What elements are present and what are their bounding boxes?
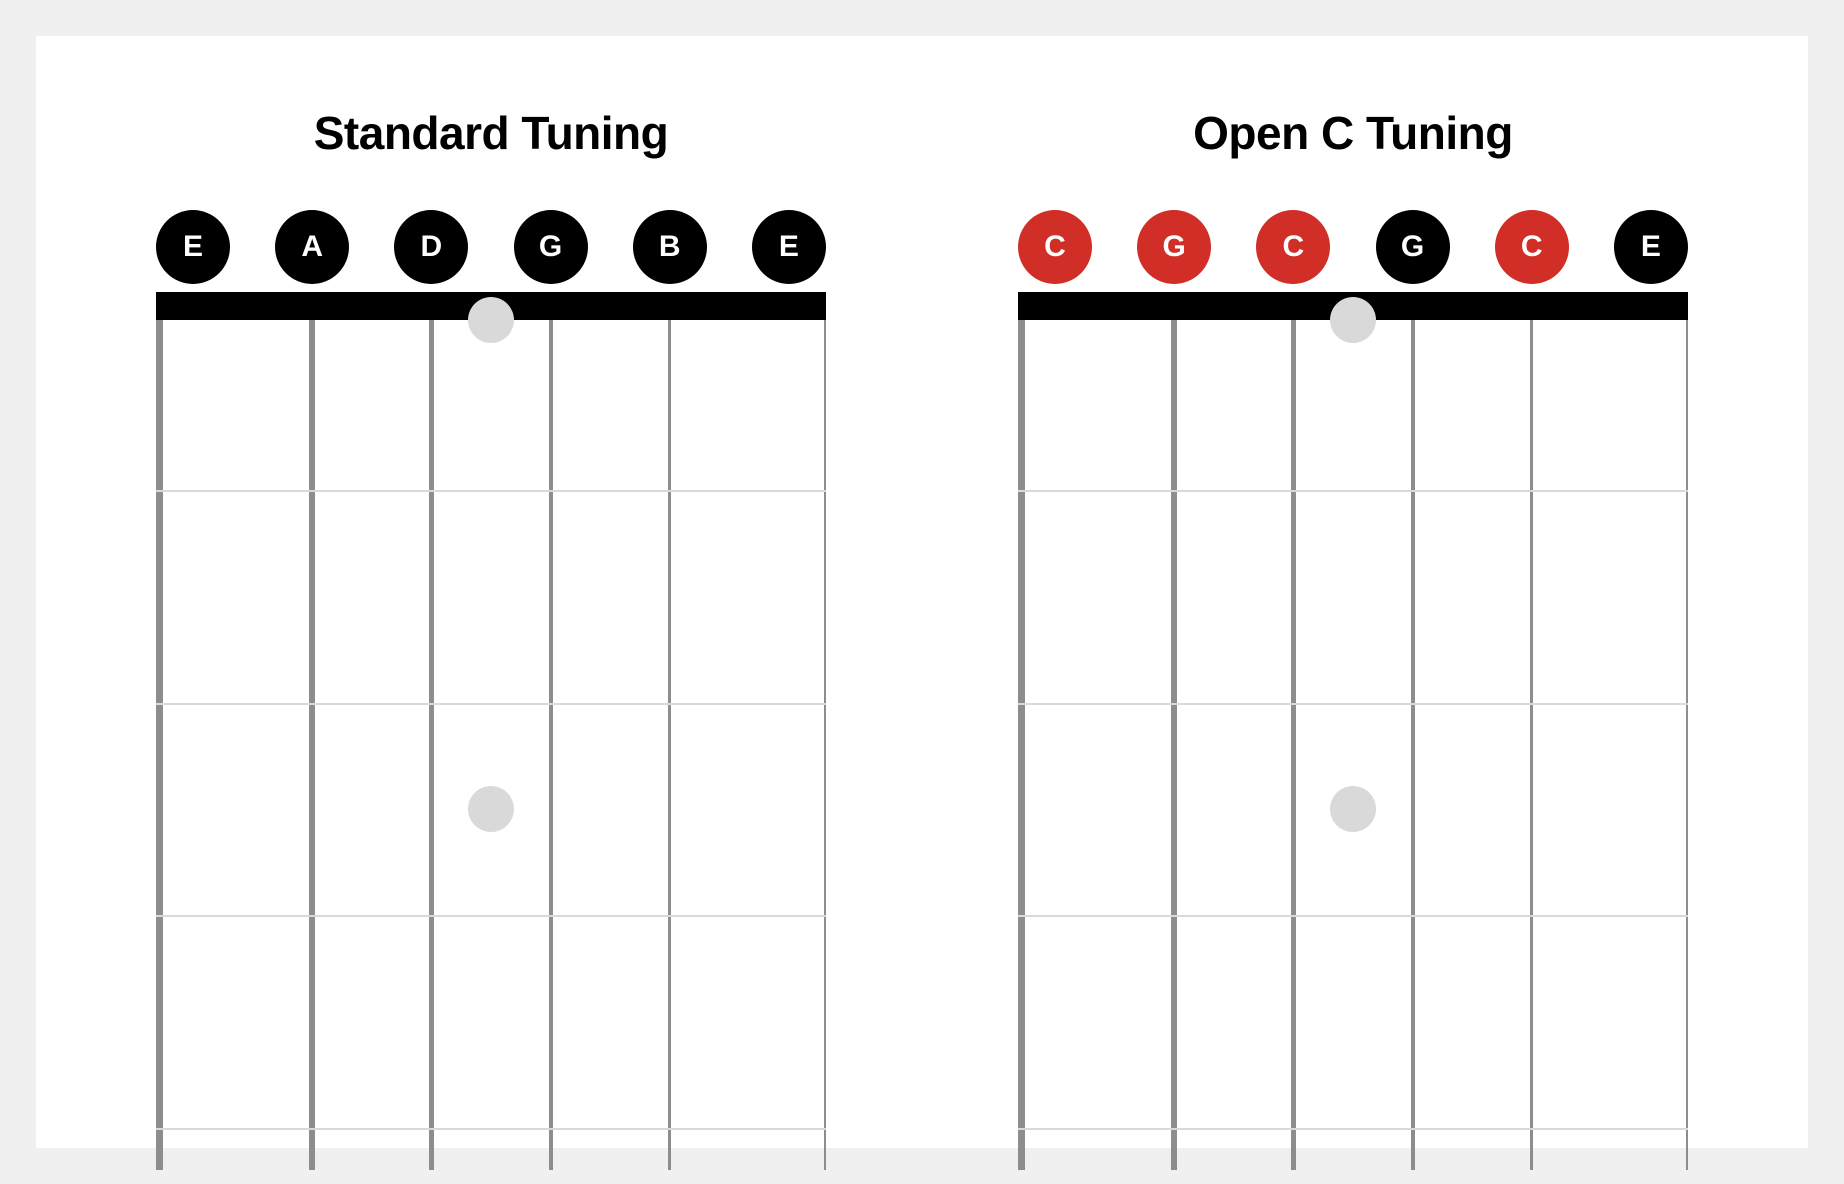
fret (1018, 703, 1688, 705)
string (1291, 320, 1296, 1170)
string (1018, 320, 1025, 1170)
string (309, 320, 315, 1170)
string (1530, 320, 1533, 1170)
fretboard-standard (156, 292, 826, 1170)
fret-marker (468, 297, 514, 343)
board (1018, 320, 1688, 1170)
string (549, 320, 553, 1170)
note: C (1256, 210, 1330, 284)
fret-marker (468, 786, 514, 832)
notes-row-openc: C G C G C E (1018, 210, 1688, 284)
note: E (156, 210, 230, 284)
card: Standard Tuning E A D G B E Open C Tunin… (36, 36, 1808, 1148)
fret (156, 1128, 826, 1130)
note: D (394, 210, 468, 284)
fret (1018, 915, 1688, 917)
diagram-openc: Open C Tuning C G C G C E (1018, 106, 1688, 1148)
note: E (1614, 210, 1688, 284)
string (824, 320, 826, 1170)
note: C (1495, 210, 1569, 284)
fret (156, 490, 826, 492)
note: B (633, 210, 707, 284)
title-openc: Open C Tuning (1193, 106, 1513, 160)
fret (1018, 1128, 1688, 1130)
fret (1018, 490, 1688, 492)
fretboard-openc (1018, 292, 1688, 1170)
string (429, 320, 434, 1170)
board (156, 320, 826, 1170)
note: C (1018, 210, 1092, 284)
string (1686, 320, 1688, 1170)
notes-row-standard: E A D G B E (156, 210, 826, 284)
diagram-standard: Standard Tuning E A D G B E (156, 106, 826, 1148)
title-standard: Standard Tuning (314, 106, 669, 160)
fret (156, 703, 826, 705)
fret (156, 915, 826, 917)
fret-marker (1330, 297, 1376, 343)
string (156, 320, 163, 1170)
fret-marker (1330, 786, 1376, 832)
note: G (1137, 210, 1211, 284)
note: G (1376, 210, 1450, 284)
note: E (752, 210, 826, 284)
string (1171, 320, 1177, 1170)
note: A (275, 210, 349, 284)
note: G (514, 210, 588, 284)
string (1411, 320, 1415, 1170)
string (668, 320, 671, 1170)
